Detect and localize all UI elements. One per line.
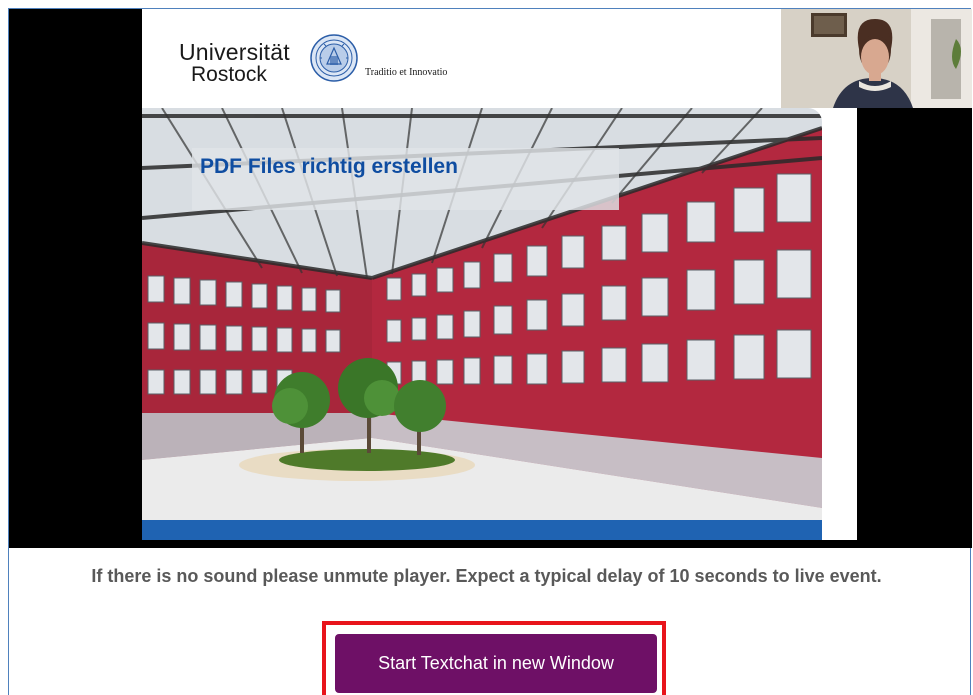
- slide-title: PDF Files richtig erstellen: [200, 155, 458, 178]
- university-logo-text: Universität Rostock: [179, 39, 290, 86]
- university-motto: Traditio et Innovatio: [365, 67, 448, 78]
- logo-line-2: Rostock: [191, 63, 267, 86]
- sound-notice: If there is no sound please unmute playe…: [91, 566, 882, 586]
- slide-footer-bar: [142, 520, 822, 540]
- video-player[interactable]: Universität Rostock Traditio et Innovati…: [9, 9, 972, 548]
- slide-header: Universität Rostock Traditio et Innovati…: [142, 9, 857, 108]
- logo-line-1: Universität: [179, 39, 290, 65]
- university-seal-icon: [310, 34, 358, 82]
- presenter-webcam: [781, 9, 972, 108]
- start-textchat-button[interactable]: Start Textchat in new Window: [335, 634, 657, 693]
- presenter-video-illustration: [781, 9, 972, 108]
- presentation-slide: Universität Rostock Traditio et Innovati…: [142, 9, 857, 540]
